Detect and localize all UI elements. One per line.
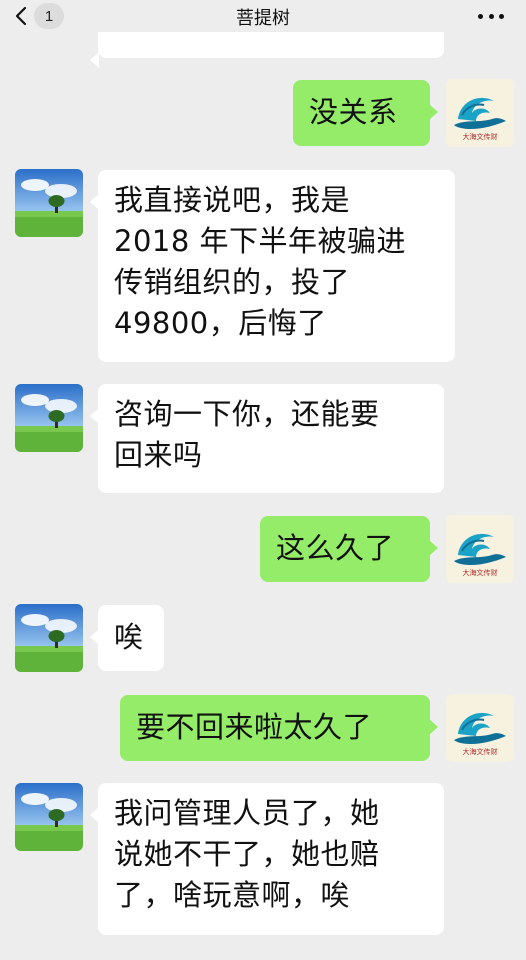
nav-bar: 1 菩提树 [0,0,526,32]
message-text: 要不回来啦太久了 [136,710,373,744]
message-text: 这么久了 [276,531,395,565]
message-text-line: 回来吗 [114,438,203,472]
message-text-line: 49800，后悔了 [114,306,327,340]
message-bubble-partial[interactable] [90,28,444,68]
message-bubble-mine[interactable]: 要不回来啦太久了 [120,695,438,761]
friend-avatar[interactable] [15,384,83,452]
message-text-line: 了，啥玩意啊，唉 [114,878,351,912]
my-avatar[interactable]: 大海文传财 [446,694,514,762]
message-bubble-friend[interactable]: 我问管理人员了，她 说她不干了，她也赔 了，啥玩意啊，唉 [90,783,444,935]
friend-avatar[interactable] [15,604,83,672]
message-text-line: 我问管理人员了，她 [114,796,380,830]
unread-count-badge: 1 [34,3,64,29]
chevron-left-icon [15,6,27,26]
more-dots-icon [478,13,483,19]
message-text-line: 说她不干了，她也赔 [114,837,380,871]
chat-title: 菩提树 [236,8,290,29]
back-button[interactable]: 1 [14,3,64,29]
friend-avatar[interactable] [15,169,83,237]
landscape-avatar-icon [15,384,83,452]
message-bubble-friend[interactable]: 唉 [90,605,164,671]
more-options-button[interactable] [478,6,504,26]
chat-message-list[interactable]: 没关系 大海文传财 我直接说吧，我是 2018 年下半年被骗进 传销组织的，投了… [0,0,526,960]
message-text-line: 我直接说吧，我是 [114,183,351,217]
landscape-avatar-icon [15,783,83,851]
message-text: 没关系 [309,95,398,129]
svg-text:大海文传财: 大海文传财 [463,132,498,141]
my-avatar[interactable]: 大海文传财 [446,515,514,583]
message-bubble-mine[interactable]: 没关系 [293,80,438,146]
wave-logo-icon: 大海文传财 [446,79,514,147]
message-text-line: 2018 年下半年被骗进 [114,224,407,258]
my-avatar[interactable]: 大海文传财 [446,79,514,147]
landscape-avatar-icon [15,604,83,672]
message-text-line: 咨询一下你，还能要 [114,397,380,431]
message-text-line: 传销组织的，投了 [114,265,351,299]
message-bubble-friend[interactable]: 我直接说吧，我是 2018 年下半年被骗进 传销组织的，投了 49800，后悔了 [90,170,455,362]
message-bubble-friend[interactable]: 咨询一下你，还能要 回来吗 [90,384,444,493]
friend-avatar[interactable] [15,783,83,851]
landscape-avatar-icon [15,169,83,237]
wave-logo-icon: 大海文传财 [446,694,514,762]
svg-text:大海文传财: 大海文传财 [463,747,498,756]
svg-text:大海文传财: 大海文传财 [463,568,498,577]
message-bubble-mine[interactable]: 这么久了 [260,516,438,582]
wave-logo-icon: 大海文传财 [446,515,514,583]
message-text: 唉 [114,620,144,654]
